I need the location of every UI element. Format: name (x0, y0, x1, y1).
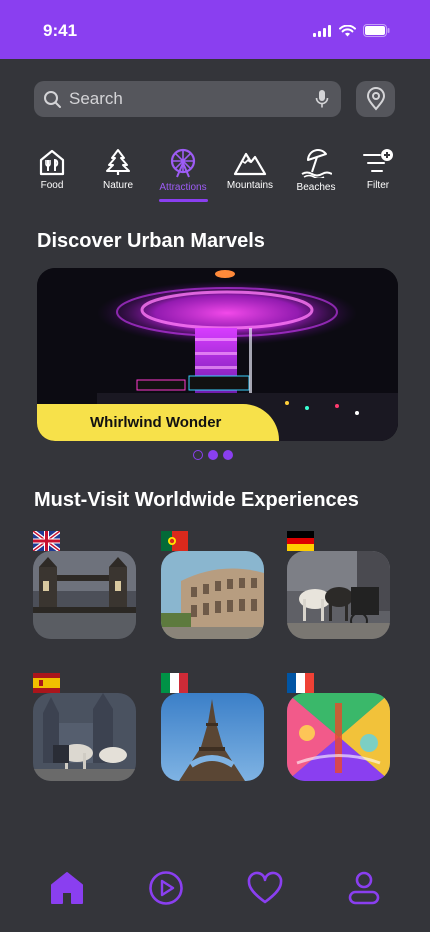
spain-flag-icon (33, 673, 60, 693)
category-food[interactable]: Food (20, 148, 84, 204)
tower-bridge-image (33, 551, 136, 639)
category-label: Nature (102, 180, 133, 191)
location-button[interactable] (356, 81, 395, 117)
category-label: Mountains (226, 180, 274, 191)
nav-home[interactable] (47, 868, 87, 908)
bottom-navigation (0, 860, 430, 916)
experience-card[interactable] (161, 531, 265, 641)
featured-section-title: Discover Urban Marvels (37, 230, 265, 252)
germany-flag-icon (287, 531, 314, 551)
carousel-dot[interactable] (208, 450, 218, 460)
search-input[interactable] (69, 81, 309, 117)
france-flag-icon (287, 673, 314, 693)
mountain-icon (233, 152, 267, 176)
category-nature[interactable]: Nature (86, 148, 150, 204)
carousel-dot[interactable] (223, 450, 233, 460)
cathedral-carriage-image (33, 693, 136, 781)
active-category-indicator (159, 199, 208, 202)
filter-icon (363, 149, 393, 172)
nav-play[interactable] (146, 868, 186, 908)
category-beaches[interactable]: Beaches (284, 148, 348, 204)
category-label: Food (40, 180, 64, 191)
signal-icon (313, 24, 331, 37)
category-attractions[interactable]: Attractions (151, 148, 215, 204)
experiences-section-title: Must-Visit Worldwide Experiences (34, 489, 359, 511)
featured-card[interactable]: Whirlwind Wonder (37, 268, 398, 441)
status-time: 9:41 (43, 21, 78, 40)
category-label: Beaches (296, 182, 336, 193)
uk-flag-icon (33, 531, 60, 551)
search-bar[interactable] (34, 81, 341, 117)
category-filter[interactable]: Filter (346, 148, 410, 204)
experience-card[interactable] (33, 673, 137, 783)
colosseum-image (161, 551, 264, 639)
ferris-wheel-icon (170, 148, 196, 178)
colorful-street-art-image (287, 693, 390, 781)
experience-card[interactable] (161, 673, 265, 783)
nav-profile[interactable] (344, 868, 384, 908)
experience-card[interactable] (287, 673, 391, 783)
location-pin-icon (366, 87, 385, 111)
user-icon (348, 871, 380, 905)
microphone-icon[interactable] (315, 89, 329, 109)
home-icon (51, 872, 83, 904)
category-mountains[interactable]: Mountains (218, 148, 282, 204)
food-icon (39, 149, 65, 176)
tree-icon (106, 149, 130, 175)
play-icon (149, 871, 183, 905)
search-icon (44, 91, 61, 108)
nav-favorites[interactable] (245, 868, 285, 908)
beach-umbrella-icon (301, 149, 332, 178)
portugal-flag-icon (161, 531, 188, 551)
heart-icon (247, 871, 283, 904)
category-label: Filter (366, 180, 390, 191)
eiffel-tower-image (161, 693, 264, 781)
carousel-indicator[interactable] (193, 450, 233, 460)
status-bar: 9:41 (0, 0, 430, 59)
carousel-dot[interactable] (193, 450, 203, 460)
wifi-icon (339, 24, 356, 36)
experience-card[interactable] (287, 531, 391, 641)
experience-card[interactable] (33, 531, 137, 641)
status-icons (313, 24, 390, 37)
category-label: Attractions (159, 182, 207, 193)
featured-card-label: Whirlwind Wonder (37, 404, 279, 441)
italy-flag-icon (161, 673, 188, 693)
battery-icon (363, 24, 390, 37)
horse-carriage-image (287, 551, 390, 639)
